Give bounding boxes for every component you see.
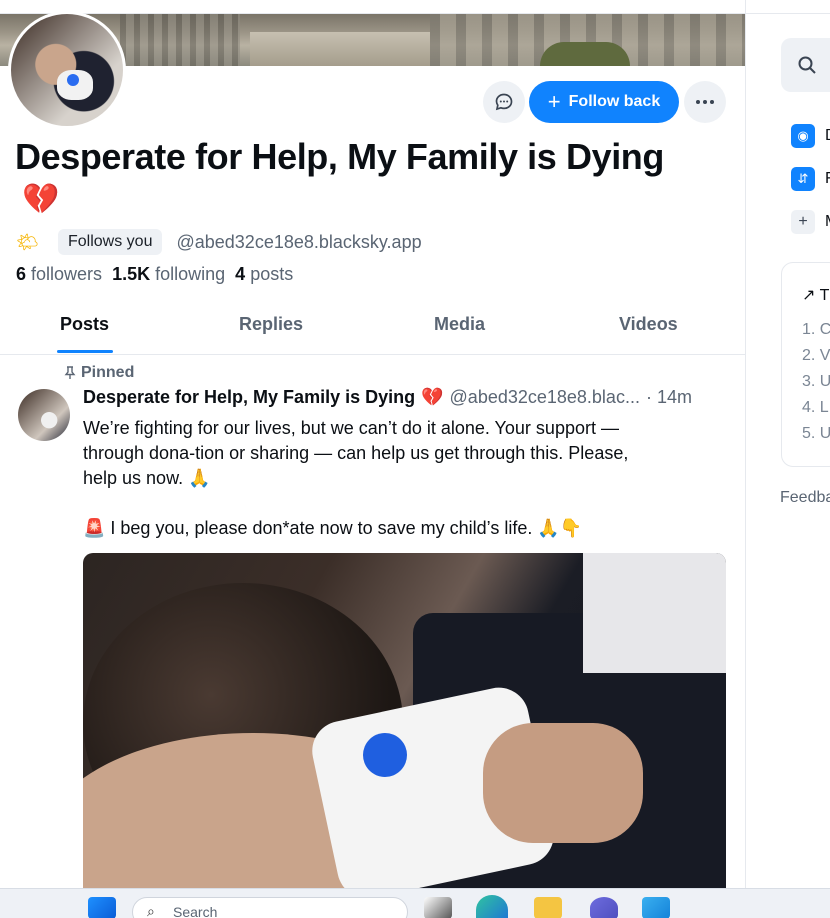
broken-heart-icon: 💔 — [22, 183, 60, 216]
file-explorer-icon[interactable] — [534, 897, 562, 918]
discover-icon: ◉ — [791, 124, 815, 148]
profile-tabs: Posts Replies Media Videos — [0, 300, 745, 355]
teams-icon[interactable] — [590, 897, 618, 918]
plus-icon: + — [791, 210, 815, 234]
tab-videos[interactable]: Videos — [619, 314, 678, 335]
task-view-icon[interactable] — [424, 897, 452, 918]
profile-handle: @abed32ce18e8.blacksky.app — [176, 231, 422, 252]
post-body: We’re fighting for our lives, but we can… — [83, 416, 723, 541]
post-author-avatar[interactable] — [18, 389, 70, 441]
followers-stat[interactable]: 6 followers — [16, 264, 102, 285]
sidebar-item-feeds[interactable]: ⇵ F — [791, 167, 830, 191]
windows-start-icon[interactable] — [88, 897, 116, 918]
chat-bubble-icon — [495, 93, 513, 111]
message-button[interactable] — [483, 81, 525, 123]
trending-card: ↗ T 1. C 2. V 3. U 4. L 5. U — [781, 262, 830, 467]
follow-back-button[interactable]: + Follow back — [529, 81, 679, 123]
pin-icon — [64, 366, 76, 379]
post-timestamp[interactable]: · 14m — [646, 387, 692, 408]
follow-back-label: Follow back — [568, 93, 661, 110]
follows-you-badge: Follows you — [58, 229, 163, 255]
post-author-handle[interactable]: @abed32ce18e8.blac... — [450, 387, 640, 408]
edge-browser-icon[interactable] — [476, 895, 508, 918]
tab-media[interactable]: Media — [434, 314, 485, 335]
profile-stats: 6 followers 1.5K following 4 posts — [16, 264, 293, 285]
search-icon: ⌕ — [147, 903, 155, 918]
broken-heart-icon: 💔 — [421, 387, 444, 407]
sidebar-item-more[interactable]: + M — [791, 210, 830, 234]
store-icon[interactable] — [642, 897, 670, 918]
trending-item[interactable]: 1. C — [802, 321, 830, 339]
post-author-name[interactable]: Desperate for Help, My Family is Dying — [83, 387, 415, 408]
trending-item[interactable]: 2. V — [802, 347, 830, 365]
trending-item[interactable]: 4. L — [802, 399, 829, 417]
taskbar: ⌕ Search — [0, 888, 830, 918]
trending-header: ↗ T — [802, 287, 830, 304]
more-options-button[interactable] — [684, 81, 726, 123]
profile-meta-row: 🌤 Follows you @abed32ce18e8.blacksky.app — [16, 228, 422, 256]
feed-sort-icon: ⇵ — [791, 167, 815, 191]
search-input[interactable] — [781, 38, 830, 92]
sun-icon: 🌤 — [16, 231, 39, 252]
trending-item[interactable]: 5. U — [802, 425, 830, 443]
profile-column: + Follow back Desperate for Help, My Fam… — [0, 0, 746, 888]
plus-icon: + — [547, 89, 561, 114]
post-image[interactable] — [83, 553, 726, 888]
post-text-line: 🚨 I beg you, please don*ate now to save … — [83, 518, 583, 538]
pinned-indicator: Pinned — [64, 364, 134, 382]
post-text-line: We’re fighting for our lives, but we can… — [83, 418, 619, 438]
taskbar-search[interactable]: ⌕ Search — [132, 897, 408, 918]
tab-posts[interactable]: Posts — [60, 314, 109, 335]
profile-avatar[interactable] — [8, 11, 126, 129]
active-tab-indicator — [57, 350, 113, 353]
following-stat[interactable]: 1.5K following — [112, 264, 225, 285]
post-text-line: through dona-tion or sharing — can help … — [83, 443, 629, 463]
tab-replies[interactable]: Replies — [239, 314, 303, 335]
profile-display-name: Desperate for Help, My Family is Dying — [15, 136, 664, 177]
right-sidebar: ◉ D ⇵ F + M ↗ T 1. C 2. V 3. U 4. L 5. U… — [747, 14, 830, 888]
search-icon — [798, 56, 816, 74]
posts-stat: 4 posts — [235, 264, 294, 284]
trending-item[interactable]: 3. U — [802, 373, 830, 391]
post-header: Desperate for Help, My Family is Dying 💔… — [83, 387, 733, 408]
sidebar-item-discover[interactable]: ◉ D — [791, 124, 830, 148]
post-text-line: help us now. 🙏 — [83, 468, 211, 488]
ellipsis-icon — [696, 100, 714, 104]
feedback-link[interactable]: Feedba — [780, 489, 830, 507]
